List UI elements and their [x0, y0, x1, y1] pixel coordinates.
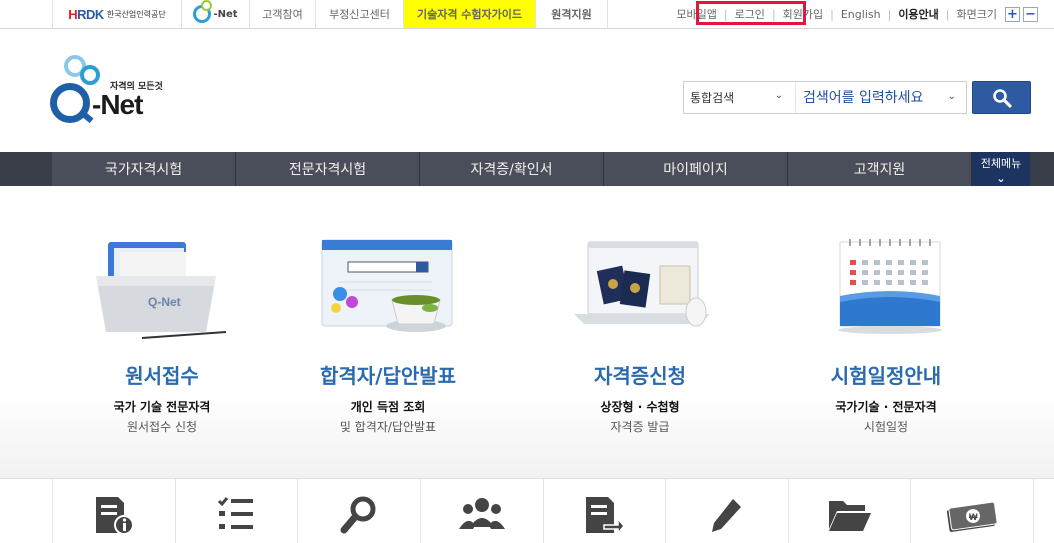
search-scope-select[interactable]: 통합검색 ⌄: [684, 82, 796, 113]
zoom-in-button[interactable]: +: [1005, 6, 1020, 22]
search-box: 통합검색 ⌄ ⌄: [683, 81, 967, 114]
search-button[interactable]: [972, 81, 1031, 114]
link-report-center[interactable]: 부정신고센터: [316, 0, 404, 28]
chevron-down-icon: ⌄: [774, 90, 783, 101]
quick-item-search[interactable]: [297, 479, 420, 543]
card-description: 및 합격자/답안발표: [339, 420, 437, 434]
money-icon: ₩: [947, 501, 998, 532]
login-join-highlight: [696, 1, 806, 25]
logo-q-icon: [50, 83, 90, 123]
quick-item-write[interactable]: [665, 479, 788, 543]
main-navigation: 국가자격시험 전문자격시험 자격증/확인서 마이페이지 고객지원 전체메뉴 ⌄: [0, 152, 1054, 186]
folder-illustration-icon: Q-Net: [96, 242, 227, 339]
link-remote-support[interactable]: 원격지원: [536, 0, 608, 28]
card-description: 원서접수 신청: [126, 420, 198, 434]
qnet-logo[interactable]: 자격의 모든것 -Net: [48, 53, 168, 133]
card-certificate[interactable]: 자격증신청 상장형 · 수첩형 자격증 발급: [530, 186, 750, 478]
link-customer-participation[interactable]: 고객참여: [250, 0, 316, 28]
checklist-icon: [218, 497, 254, 529]
card-title: 시험일정안내: [830, 364, 942, 388]
nav-national-exam[interactable]: 국가자격시험: [52, 152, 236, 186]
link-usage-guide[interactable]: 이용안내: [898, 6, 938, 22]
qnet-small-logo[interactable]: -Net: [182, 0, 250, 28]
magnifier-icon: [340, 496, 376, 534]
svg-text:Q-Net: Q-Net: [148, 295, 181, 309]
hrdk-logo[interactable]: HRDK 한국산업인력공단: [52, 0, 182, 28]
quick-menu-items: ₩: [52, 479, 1034, 543]
folder-open-icon: [828, 501, 871, 531]
card-results[interactable]: 합격자/답안발표 개인 득점 조회 및 합격자/답안발표: [278, 186, 498, 478]
document-return-icon: [586, 497, 626, 535]
top-utility-bar: HRDK 한국산업인력공단 -Net 고객참여 부정신고센터 기술자격 수험자가…: [0, 0, 1054, 29]
card-subtitle: 국가 기술 전문자격: [113, 400, 211, 414]
card-application[interactable]: Q-Net 원서접수 국가 기술 전문자격 원서접수 신청: [52, 186, 272, 478]
quick-item-checklist[interactable]: [174, 479, 298, 543]
main-shortcuts: Q-Net 원서접수 국가 기술 전문자격 원서접수 신청 합격자/답안발표 개…: [0, 186, 1054, 478]
quick-menu: ₩: [0, 478, 1054, 543]
link-english[interactable]: English: [841, 8, 881, 21]
all-menu-label: 전체메뉴: [980, 157, 1022, 170]
qnet-small-mark: [193, 0, 213, 23]
zoom-out-button[interactable]: −: [1023, 6, 1038, 22]
nav-mypage[interactable]: 마이페이지: [604, 152, 788, 186]
search-input[interactable]: [797, 82, 966, 113]
group-icon: [458, 498, 505, 529]
site-header: 자격의 모든것 -Net 통합검색 ⌄ ⌄: [0, 29, 1054, 152]
card-subtitle: 개인 득점 조회: [350, 400, 426, 414]
laptop-passport-illustration-icon: [574, 241, 710, 327]
all-menu-button[interactable]: 전체메뉴 ⌄: [972, 152, 1030, 186]
card-subtitle: 국가기술 · 전문자격: [835, 400, 937, 414]
nav-professional-exam[interactable]: 전문자격시험: [236, 152, 420, 186]
divider: |: [830, 7, 834, 21]
browser-balloon-cup-illustration-icon: [321, 239, 453, 332]
hrdk-logo-mark: HRDK: [68, 6, 104, 22]
svg-text:₩: ₩: [969, 512, 978, 522]
quick-item-folder[interactable]: [787, 479, 911, 543]
hrdk-logo-name: 한국산업인력공단: [106, 9, 166, 19]
card-description: 자격증 발급: [610, 420, 670, 434]
divider: |: [945, 7, 950, 21]
card-title: 자격증신청: [594, 364, 686, 388]
search-icon: [992, 88, 1012, 108]
main-navigation-items: 국가자격시험 전문자격시험 자격증/확인서 마이페이지 고객지원: [52, 152, 972, 186]
nav-customer-support[interactable]: 고객지원: [788, 152, 972, 186]
quick-item-community[interactable]: [419, 479, 543, 543]
card-description: 시험일정: [863, 420, 909, 434]
quick-item-document-return[interactable]: [542, 479, 666, 543]
chevron-down-icon: ⌄: [996, 172, 1006, 185]
pencil-icon: [711, 499, 741, 532]
card-exam-schedule[interactable]: 시험일정안내 국가기술 · 전문자격 시험일정: [776, 186, 996, 478]
card-title: 합격자/답안발표: [319, 364, 457, 388]
card-subtitle: 상장형 · 수첩형: [600, 400, 680, 414]
font-size-label: 화면크기: [956, 8, 997, 21]
chevron-down-icon[interactable]: ⌄: [948, 91, 956, 102]
qnet-small-text: -Net: [213, 8, 238, 20]
logo-name: -Net: [92, 89, 143, 120]
document-info-icon: [95, 497, 134, 535]
calendar-illustration-icon: [838, 239, 942, 334]
nav-certificate[interactable]: 자격증/확인서: [420, 152, 604, 186]
link-examinee-guide[interactable]: 기술자격 수험자가이드: [404, 0, 536, 28]
search-scope-value: 통합검색: [690, 91, 735, 105]
logo-ring-icon: [80, 65, 100, 85]
divider: |: [887, 7, 892, 21]
quick-item-document-info[interactable]: [52, 479, 175, 543]
card-title: 원서접수: [125, 364, 199, 388]
quick-item-fee[interactable]: ₩: [910, 479, 1034, 543]
